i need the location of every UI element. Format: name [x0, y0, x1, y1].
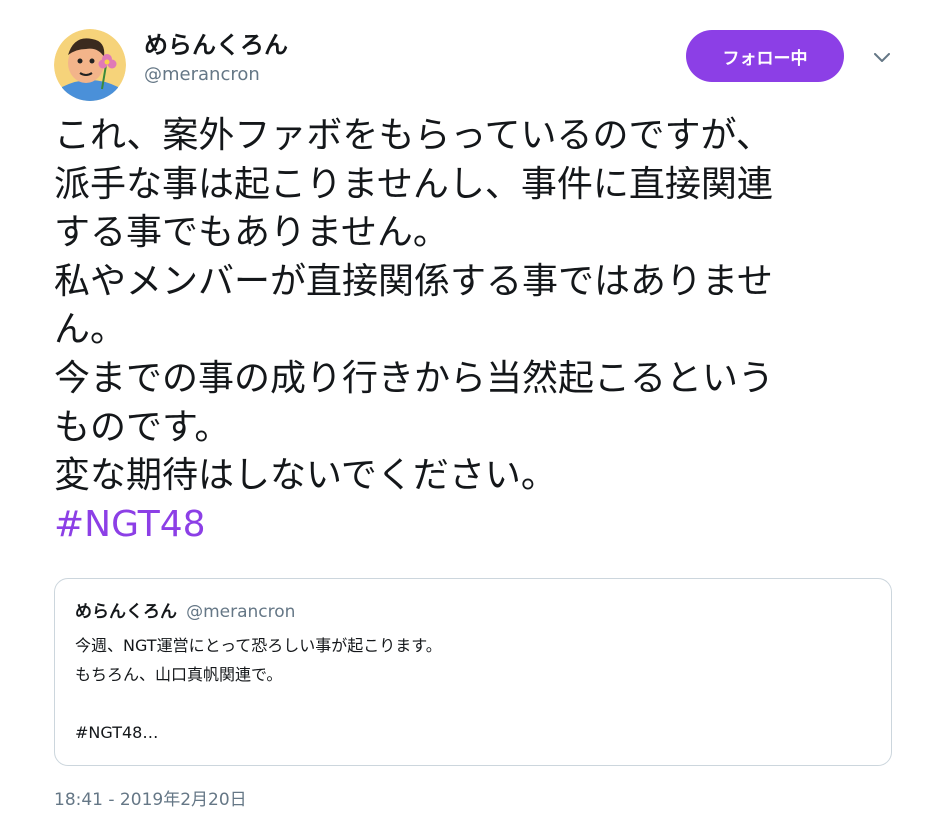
- quoted-author-display-name: めらんくろん: [75, 602, 177, 622]
- quoted-tweet-line: 今週、NGT運営にとって恐ろしい事が起こります。: [75, 636, 442, 655]
- tweet-line: 私やメンバーが直接関係する事ではありませ: [54, 260, 773, 302]
- quoted-tweet-header: めらんくろん @merancron: [75, 601, 295, 623]
- following-button[interactable]: フォロー中: [686, 30, 844, 82]
- avatar[interactable]: [54, 29, 126, 101]
- tweet-line: ものです。: [54, 406, 231, 448]
- tweet-timestamp[interactable]: 18:41 - 2019年2月20日: [54, 789, 247, 811]
- tweet-line: これ、案外ファボをもらっているのですが、: [54, 115, 772, 156]
- tweet-line: 今までの事の成り行きから当然起こるという: [54, 357, 775, 399]
- chevron-down-icon[interactable]: [870, 46, 894, 70]
- author-display-name[interactable]: めらんくろん: [144, 30, 288, 60]
- quoted-author-handle: @merancron: [186, 602, 296, 622]
- quoted-tweet-card[interactable]: めらんくろん @merancron 今週、NGT運営にとって恐ろしい事が起こりま…: [54, 578, 892, 766]
- tweet-line: 派手な事は起こりませんし、事件に直接関連: [54, 163, 773, 205]
- tweet-line: 変な期待はしないでください。: [54, 455, 557, 497]
- quoted-tweet-line: もちろん、山口真帆関連で。: [75, 665, 283, 684]
- tweet-line: する事でもありません。: [54, 212, 449, 254]
- quoted-tweet-line: [75, 689, 442, 718]
- author-handle[interactable]: @merancron: [144, 64, 260, 86]
- quoted-tweet-text: 今週、NGT運営にとって恐ろしい事が起こります。 もちろん、山口真帆関連で。 #…: [75, 631, 442, 747]
- tweet-text: これ、案外ファボをもらっているのですが、 派手な事は起こりませんし、事件に直接関…: [54, 112, 894, 549]
- hashtag-link[interactable]: #NGT48: [54, 501, 894, 550]
- quoted-tweet-line: #NGT48…: [75, 723, 159, 742]
- tweet-line: ん。: [54, 309, 127, 351]
